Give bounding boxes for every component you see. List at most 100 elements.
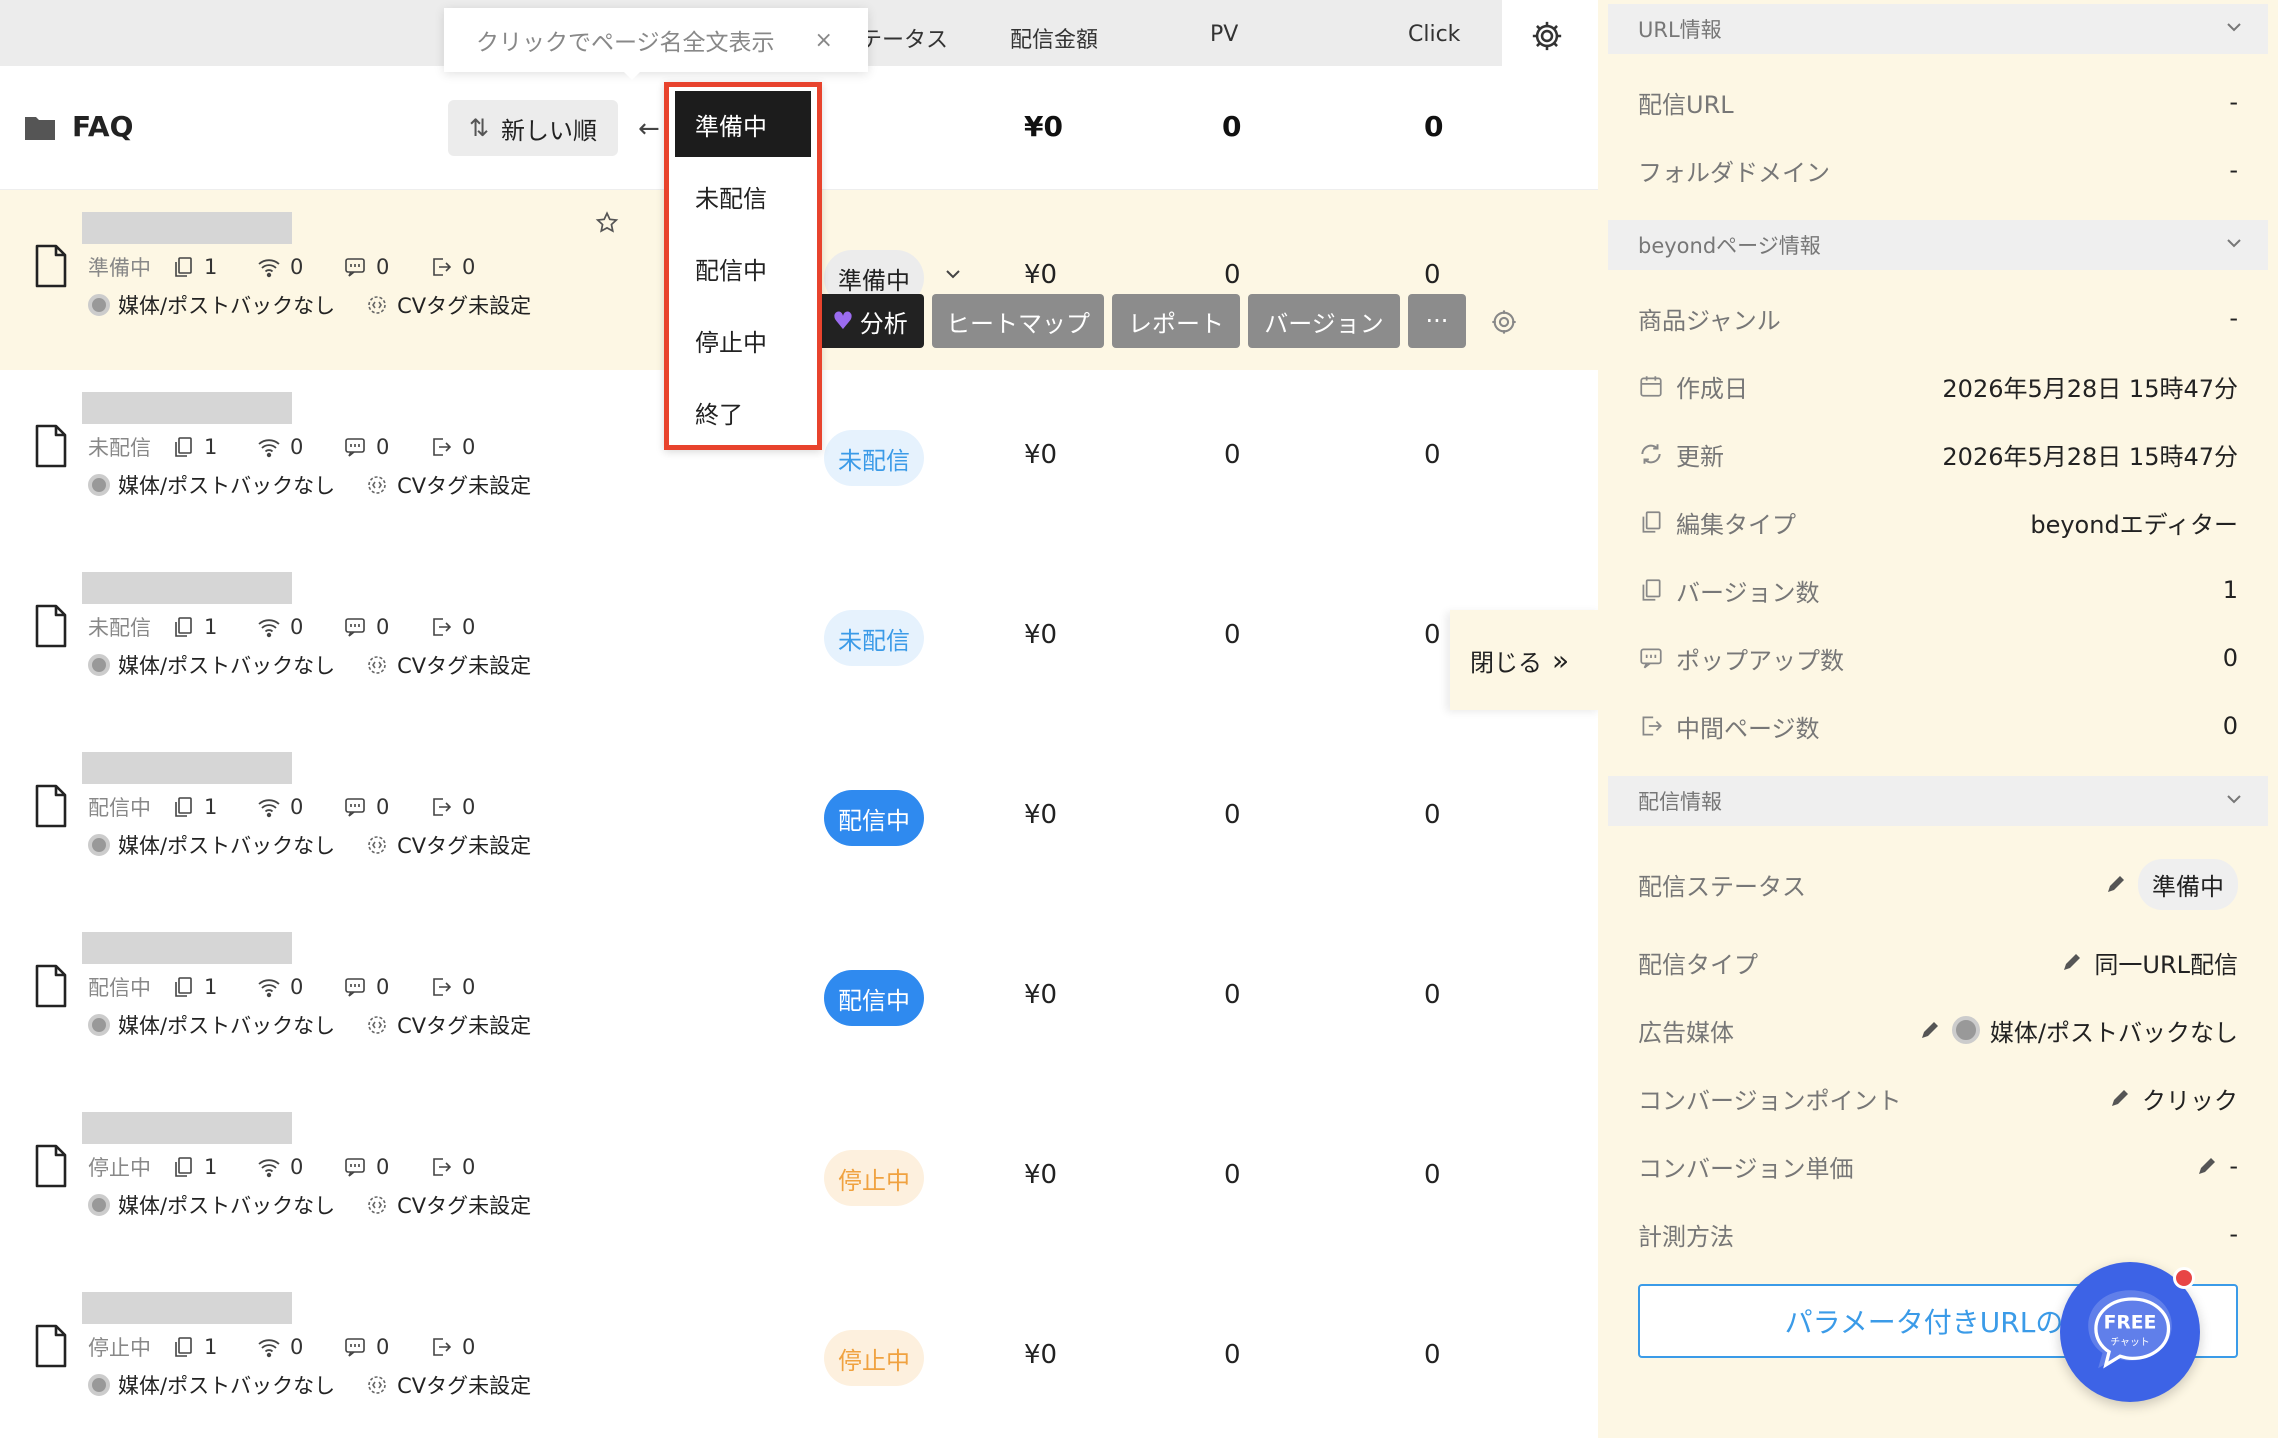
- tooltip-close-icon[interactable]: ×: [815, 28, 833, 53]
- measure-value: -: [2229, 1220, 2238, 1248]
- settings-gear-icon[interactable]: [1530, 19, 1564, 53]
- page-row[interactable]: 未配信 1 0 0 0 媒体/ポストバックなし CVタグ未設定 未配信 ¥0 0…: [0, 550, 1598, 730]
- pencil-icon[interactable]: [2104, 872, 2128, 896]
- conversion-point-value: クリック: [2142, 1086, 2238, 1115]
- page-name-redacted[interactable]: [82, 932, 292, 964]
- copy-icon: [175, 437, 192, 457]
- pencil-icon[interactable]: [2060, 950, 2084, 974]
- page-row[interactable]: 配信中 1 0 0 0 媒体/ポストバックなし CVタグ未設定 配信中 ¥0 0…: [0, 730, 1598, 910]
- page-meta: 停止中 1 0 0 0: [88, 1332, 506, 1362]
- status-badge[interactable]: 停止中: [824, 1330, 924, 1386]
- conversion-price-row: コンバージョン単価 -: [1638, 1146, 2238, 1186]
- heatmap-button[interactable]: ヒートマップ: [932, 294, 1104, 348]
- pencil-icon[interactable]: [1918, 1018, 1942, 1042]
- page-meta: 準備中 1 0 0 0: [88, 252, 506, 282]
- cv-tag-icon: [368, 1376, 386, 1394]
- page-name-redacted[interactable]: [82, 752, 292, 784]
- status-badge[interactable]: 配信中: [824, 970, 924, 1026]
- analyze-label: 分析: [859, 309, 908, 338]
- page-name-redacted[interactable]: [82, 572, 292, 604]
- conversion-point-label: コンバージョンポイント: [1638, 1086, 1902, 1115]
- delivery-status-value[interactable]: 準備中: [2138, 858, 2238, 910]
- pv-column-header[interactable]: PV: [1210, 22, 1238, 47]
- copy-icon: [175, 1337, 192, 1357]
- row-pv: 0: [1224, 1160, 1241, 1190]
- chevron-down-icon: [2227, 239, 2241, 248]
- pencil-icon[interactable]: [2195, 1154, 2219, 1178]
- page-row[interactable]: 停止中 1 0 0 0 媒体/ポストバックなし CVタグ未設定 停止中 ¥0 0…: [0, 1270, 1598, 1438]
- dropdown-item-preparing[interactable]: 準備中: [675, 91, 811, 157]
- chevron-down-icon: [2227, 795, 2241, 804]
- media-label: 媒体/ポストバックなし: [118, 834, 336, 858]
- status-column-header[interactable]: テータス: [860, 22, 948, 54]
- dropdown-item-stopped[interactable]: 停止中: [675, 307, 811, 373]
- status-badge[interactable]: 未配信: [824, 610, 924, 666]
- dropdown-item-ended[interactable]: 終了: [675, 379, 811, 445]
- cv-tag-icon: [368, 1016, 386, 1034]
- row-click: 0: [1424, 800, 1441, 830]
- popup-count: 0: [376, 255, 390, 279]
- updated-value: 2026年5月28日 15時47分: [1942, 442, 2238, 471]
- chevron-down-icon[interactable]: [944, 268, 962, 280]
- status-badge[interactable]: 配信中: [824, 790, 924, 846]
- url-info-section-header[interactable]: URL情報: [1608, 4, 2268, 54]
- popup-count-label: ポップアップ数: [1676, 646, 1844, 675]
- pencil-icon[interactable]: [2108, 1086, 2132, 1110]
- copy-icon: [1642, 511, 1661, 533]
- cv-tag-label: CVタグ未設定: [397, 1374, 532, 1398]
- page-meta-2: 媒体/ポストバックなし CVタグ未設定: [88, 1190, 531, 1220]
- media-label: 媒体/ポストバックなし: [118, 1374, 336, 1398]
- report-button[interactable]: レポート: [1112, 294, 1240, 348]
- delivery-info-section-title: 配信情報: [1638, 790, 1722, 814]
- gear-icon[interactable]: [1490, 308, 1518, 336]
- dropdown-item-undelivered[interactable]: 未配信: [675, 163, 811, 229]
- page-row[interactable]: 停止中 1 0 0 0 媒体/ポストバックなし CVタグ未設定 停止中 ¥0 0…: [0, 1090, 1598, 1270]
- close-panel-button[interactable]: 閉じる »: [1450, 610, 1602, 710]
- page-row[interactable]: 配信中 1 0 0 0 媒体/ポストバックなし CVタグ未設定 配信中 ¥0 0…: [0, 910, 1598, 1090]
- exit-icon: [433, 1158, 452, 1176]
- copy-icon: [175, 617, 192, 637]
- page-name-redacted[interactable]: [82, 392, 292, 424]
- arrow-left-icon[interactable]: ←: [638, 114, 660, 144]
- analyze-button[interactable]: ♥ 分析: [816, 294, 924, 348]
- star-icon[interactable]: [594, 210, 620, 236]
- media-icon: [1951, 1016, 1980, 1044]
- page-name-redacted[interactable]: [82, 1112, 292, 1144]
- page-name-redacted[interactable]: [82, 212, 292, 244]
- chat-bubble-icon: FREE チャット: [2088, 1290, 2172, 1369]
- signal-count: 0: [290, 975, 304, 999]
- page-meta: 未配信 1 0 0 0: [88, 612, 506, 642]
- amount-column-header[interactable]: 配信金額: [1010, 22, 1098, 54]
- dropdown-item-delivering[interactable]: 配信中: [675, 235, 811, 301]
- delivery-url-row: 配信URL -: [1638, 82, 2238, 122]
- delivery-type-value: 同一URL配信: [2094, 950, 2238, 979]
- sort-button[interactable]: ⇅ 新しい順: [448, 100, 618, 156]
- popup-icon: [345, 258, 365, 277]
- media-icon: [88, 654, 110, 676]
- chat-sub-label: チャット: [2110, 1336, 2149, 1348]
- more-button[interactable]: ···: [1408, 294, 1466, 348]
- popup-count: 0: [376, 1155, 390, 1179]
- genre-row: 商品ジャンル -: [1638, 298, 2238, 338]
- folder-name[interactable]: FAQ: [72, 110, 133, 143]
- page-meta-2: 媒体/ポストバックなし CVタグ未設定: [88, 470, 531, 500]
- version-button[interactable]: バージョン: [1248, 294, 1400, 348]
- tooltip-text: クリックでページ名全文表示: [476, 30, 775, 56]
- mid-page-value: 0: [2222, 712, 2238, 740]
- conversion-price-value: -: [2229, 1152, 2238, 1180]
- document-icon: [35, 244, 67, 288]
- page-meta: 未配信 1 0 0 0: [88, 432, 506, 462]
- cv-tag-label: CVタグ未設定: [397, 1014, 532, 1038]
- beyond-info-section-header[interactable]: beyondページ情報: [1608, 220, 2268, 270]
- status-badge[interactable]: 未配信: [824, 430, 924, 486]
- row-amount: ¥0: [1024, 620, 1058, 650]
- delivery-info-section-header[interactable]: 配信情報: [1608, 776, 2268, 826]
- click-column-header[interactable]: Click: [1408, 22, 1460, 47]
- status-badge[interactable]: 停止中: [824, 1150, 924, 1206]
- page-name-redacted[interactable]: [82, 1292, 292, 1324]
- mid-page-count: 0: [462, 1335, 476, 1359]
- page-meta-2: 媒体/ポストバックなし CVタグ未設定: [88, 830, 531, 860]
- page-meta-2: 媒体/ポストバックなし CVタグ未設定: [88, 1010, 531, 1040]
- row-pv: 0: [1224, 980, 1241, 1010]
- cv-tag-icon: [368, 656, 386, 674]
